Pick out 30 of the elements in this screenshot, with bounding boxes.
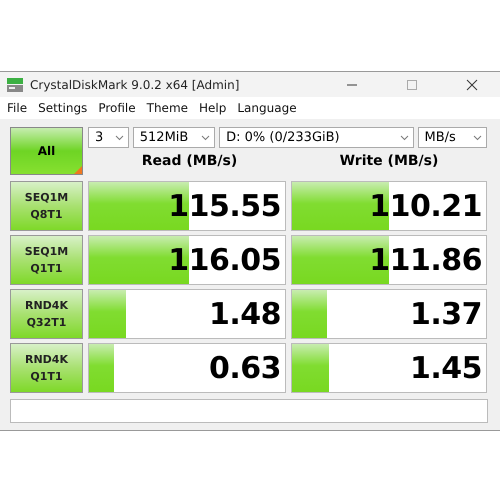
chevron-down-icon <box>201 134 210 140</box>
menu-item[interactable]: Theme <box>146 101 188 115</box>
menu-item[interactable]: Settings <box>38 101 88 115</box>
close-icon[interactable] <box>466 78 478 90</box>
comment-field[interactable] <box>10 399 488 423</box>
column-header: Write (MB/s) <box>338 153 440 169</box>
test-button[interactable]: RND4K Q1T1 <box>10 343 83 393</box>
menu-item[interactable]: Help <box>199 101 226 115</box>
menu-item[interactable]: Language <box>237 101 297 115</box>
dropdown[interactable]: 512MiB <box>132 127 216 148</box>
test-button[interactable]: SEQ1M Q1T1 <box>10 235 83 285</box>
chevron-down-icon <box>473 134 482 140</box>
chevron-down-icon <box>114 134 124 140</box>
disk-drive-icon <box>6 76 24 92</box>
dropdown[interactable]: D: 0% (0/233GiB) <box>219 127 414 148</box>
window-title: CrystalDiskMark 9.0.2 x64 [Admin] <box>30 78 240 92</box>
test-button[interactable]: RND4K Q32T1 <box>10 289 83 339</box>
dropdown[interactable]: MB/s <box>418 127 487 148</box>
result-cell: 1.45 <box>291 343 487 393</box>
menu-item[interactable]: File <box>7 101 28 115</box>
menu-item[interactable]: Profile <box>98 101 136 115</box>
all-button[interactable]: All <box>10 127 83 175</box>
chevron-down-icon <box>400 134 409 140</box>
result-cell: 1.37 <box>291 289 487 339</box>
dropdown[interactable]: 3 <box>88 127 129 148</box>
result-cell: 1.48 <box>88 289 286 339</box>
corner-triangle-icon <box>74 166 82 174</box>
result-cell: 0.63 <box>88 343 286 393</box>
test-button[interactable]: SEQ1M Q8T1 <box>10 181 83 231</box>
column-header: Read (MB/s) <box>140 153 238 169</box>
